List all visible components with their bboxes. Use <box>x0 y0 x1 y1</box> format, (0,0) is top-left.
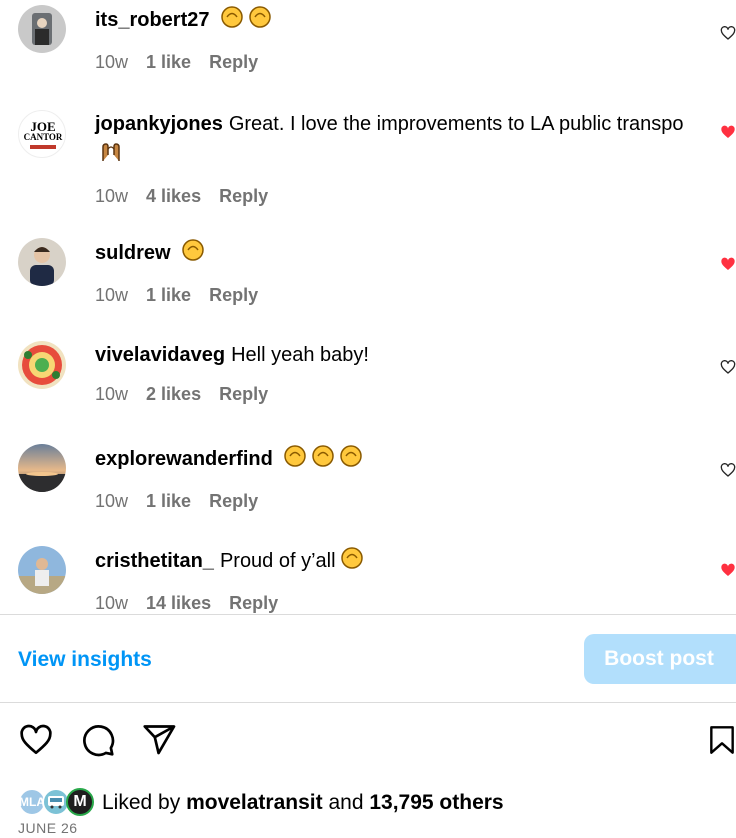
comment-body: suldrew 10w 1 like Reply <box>95 238 696 306</box>
boost-post-button[interactable]: Boost post <box>584 634 736 684</box>
comment-meta: 10w 1 like Reply <box>95 491 696 512</box>
raising-hands-icon <box>99 139 123 172</box>
reply-button[interactable]: Reply <box>229 593 278 614</box>
post-date: JUNE 26 <box>18 820 78 836</box>
reply-button[interactable]: Reply <box>209 52 258 73</box>
avatar[interactable] <box>18 341 66 389</box>
comment-likes[interactable]: 4 likes <box>146 186 201 207</box>
clapping-hands-icon <box>220 5 244 38</box>
heart-filled-icon[interactable] <box>720 562 736 578</box>
clapping-hands-icon <box>181 238 205 271</box>
heart-filled-icon[interactable] <box>720 124 736 140</box>
comment-likes[interactable]: 1 like <box>146 52 191 73</box>
comment-meta: 10w 14 likes Reply <box>95 593 696 614</box>
comment-text: Great. I love the improvements to LA pub… <box>228 113 684 135</box>
reply-button[interactable]: Reply <box>209 491 258 512</box>
comment-meta: 10w 4 likes Reply <box>95 186 696 207</box>
reply-button[interactable]: Reply <box>219 186 268 207</box>
avatar-label: JOE <box>30 119 56 134</box>
comment-likes[interactable]: 2 likes <box>146 384 201 405</box>
heart-icon[interactable] <box>720 359 736 375</box>
comment-username[interactable]: jopankyjones <box>95 113 223 135</box>
liked-by-avatars: MLA M <box>18 788 96 818</box>
post-actions <box>0 722 736 762</box>
liked-by-count[interactable]: 13,795 others <box>369 791 503 815</box>
heart-icon[interactable] <box>720 462 736 478</box>
bus-icon <box>48 796 64 809</box>
comment-meta: 10w 1 like Reply <box>95 285 696 306</box>
comment-time: 10w <box>95 52 129 72</box>
comment-time: 10w <box>95 593 129 613</box>
comment-time: 10w <box>95 384 129 404</box>
liked-by-prefix: Liked by <box>102 791 181 814</box>
avatar[interactable] <box>18 546 66 594</box>
comment-time: 10w <box>95 186 129 206</box>
comment-username[interactable]: explorewanderfind <box>95 448 273 470</box>
avatar: M <box>66 788 94 816</box>
comment-username[interactable]: its_robert27 <box>95 9 210 31</box>
clapping-hands-icon <box>339 444 363 477</box>
avatar-label: CANTOR <box>23 132 63 142</box>
comment-icon[interactable] <box>80 722 116 758</box>
comment-likes[interactable]: 14 likes <box>146 593 211 614</box>
liked-by-middle: and <box>328 791 364 814</box>
comment-likes[interactable]: 1 like <box>146 491 191 512</box>
clapping-hands-icon <box>311 444 335 477</box>
clapping-hands-icon <box>340 546 364 579</box>
comment-body: its_robert27 10w 1 like Reply <box>95 5 696 73</box>
comment-meta: 10w 2 likes Reply <box>95 384 696 405</box>
liked-by-user[interactable]: movelatransit <box>186 791 323 815</box>
comment-text: Proud of y’all <box>219 550 336 572</box>
divider <box>0 702 736 703</box>
share-icon[interactable] <box>141 722 177 758</box>
comment-body: cristhetitan_ Proud of y’all 10w 14 likes… <box>95 546 696 614</box>
heart-icon[interactable] <box>720 25 736 41</box>
view-insights-link[interactable]: View insights <box>18 648 152 672</box>
comment-username[interactable]: suldrew <box>95 242 171 264</box>
avatar[interactable] <box>18 5 66 53</box>
comment-time: 10w <box>95 491 129 511</box>
heart-icon[interactable] <box>18 722 54 758</box>
bookmark-icon[interactable] <box>706 722 736 758</box>
comment-likes[interactable]: 1 like <box>146 285 191 306</box>
comment-body: vivelavidaveg Hell yeah baby! 10w 2 likes… <box>95 341 696 405</box>
comment-meta: 10w 1 like Reply <box>95 52 696 73</box>
comment-body: jopankyjones Great. I love the improvemen… <box>95 110 696 207</box>
clapping-hands-icon <box>248 5 272 38</box>
avatar[interactable]: JOE CANTOR <box>18 110 66 158</box>
liked-by[interactable]: MLA M Liked by movelatransit and 13,795 … <box>18 788 504 818</box>
comment-username[interactable]: vivelavidaveg <box>95 344 225 366</box>
comment-username[interactable]: cristhetitan_ <box>95 550 214 572</box>
clapping-hands-icon <box>283 444 307 477</box>
comments-list: its_robert27 10w 1 like Reply JOE CANTOR… <box>0 0 736 614</box>
reply-button[interactable]: Reply <box>219 384 268 405</box>
avatar[interactable] <box>18 238 66 286</box>
heart-filled-icon[interactable] <box>720 256 736 272</box>
reply-button[interactable]: Reply <box>209 285 258 306</box>
avatar[interactable] <box>18 444 66 492</box>
comment-text: Hell yeah baby! <box>231 344 369 366</box>
comment-time: 10w <box>95 285 129 305</box>
comment-body: explorewanderfind 10w 1 like Reply <box>95 444 696 512</box>
divider <box>0 614 736 615</box>
